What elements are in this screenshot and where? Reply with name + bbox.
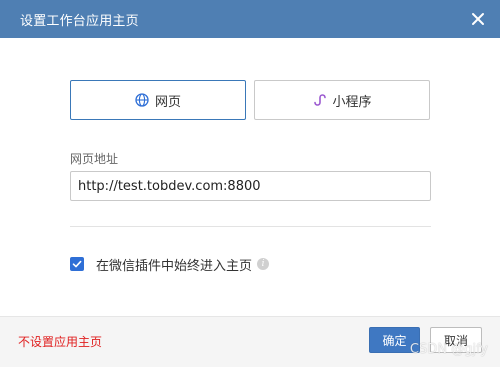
- always-enter-home-option: 在微信插件中始终进入主页 i: [70, 256, 270, 274]
- set-home-dialog: 设置工作台应用主页 网页 小程序 网页地址 http://test.tobdev…: [0, 0, 500, 367]
- always-enter-home-checkbox[interactable]: [70, 257, 84, 271]
- info-icon[interactable]: i: [257, 258, 270, 270]
- webpage-mode-button[interactable]: 网页: [70, 80, 246, 120]
- url-field-label: 网页地址: [70, 152, 119, 166]
- mini-program-mode-button[interactable]: 小程序: [254, 80, 430, 120]
- url-input[interactable]: [70, 171, 431, 201]
- confirm-button[interactable]: 确定: [369, 327, 420, 353]
- no-home-link[interactable]: 不设置应用主页: [18, 333, 102, 350]
- dialog-title: 设置工作台应用主页: [20, 13, 139, 29]
- dialog-titlebar: 设置工作台应用主页: [0, 0, 500, 38]
- mini-program-mode-label: 小程序: [332, 94, 372, 110]
- divider: [70, 226, 431, 227]
- close-icon[interactable]: [468, 9, 488, 29]
- always-enter-home-label: 在微信插件中始终进入主页: [96, 258, 253, 274]
- cancel-button[interactable]: 取消: [430, 327, 482, 353]
- webpage-mode-label: 网页: [154, 94, 181, 110]
- globe-icon: [135, 93, 149, 107]
- dialog-footer: 不设置应用主页 确定 取消 CSDN @gjfy: [0, 316, 500, 367]
- mini-program-icon: [312, 93, 327, 107]
